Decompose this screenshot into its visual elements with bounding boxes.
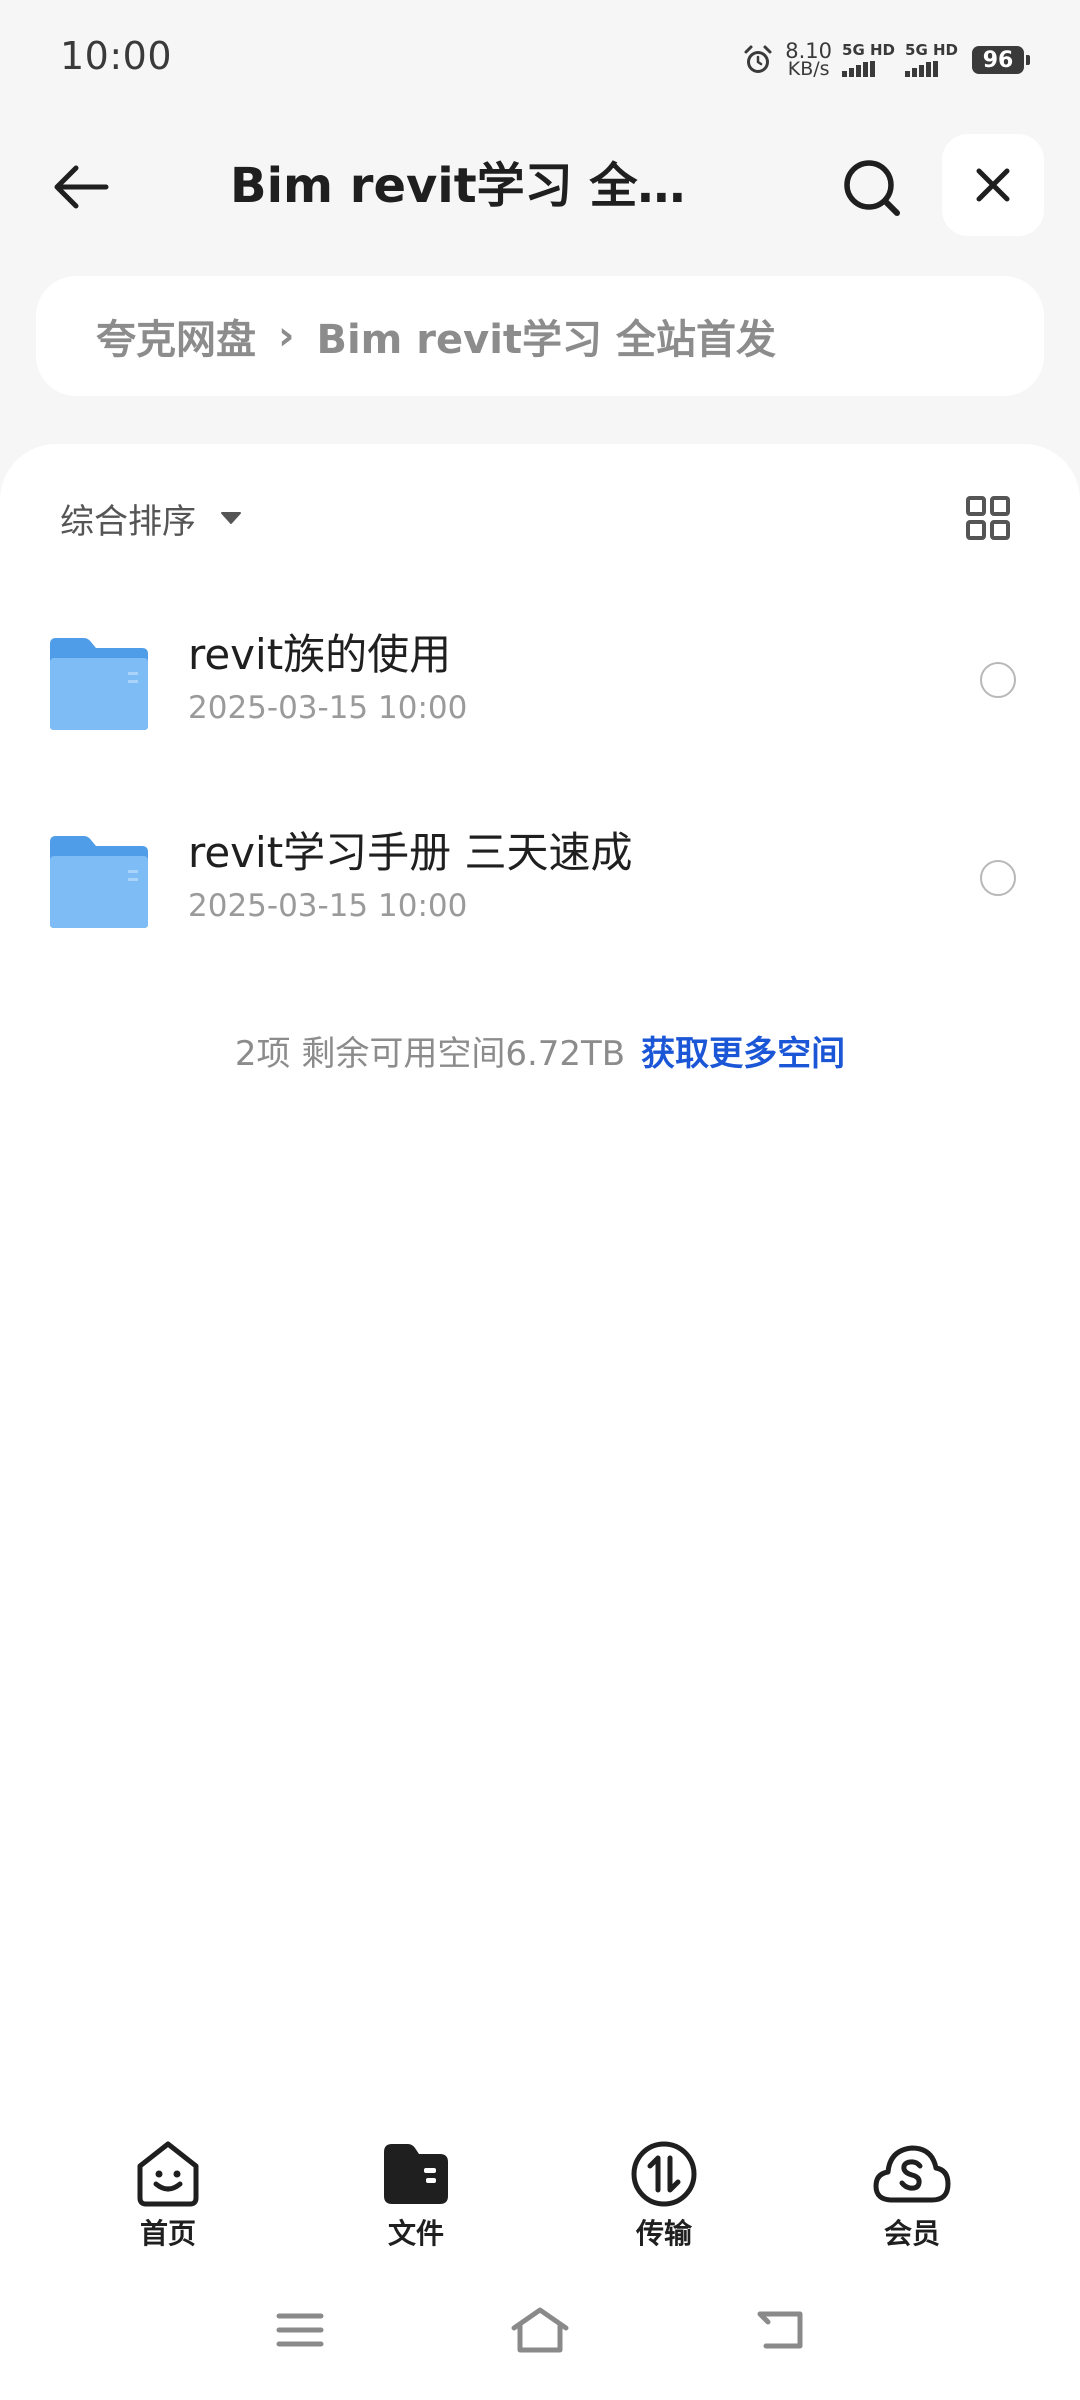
file-date: 2025-03-15 10:00 bbox=[188, 888, 468, 924]
file-name: revit族的使用 bbox=[188, 630, 452, 679]
breadcrumb: 夸克网盘 › Bim revit学习 全站首发 bbox=[36, 276, 1044, 396]
sim2-label: 5G HD bbox=[905, 41, 958, 59]
list-item[interactable]: revit学习手册 三天速成 2025-03-15 10:00 bbox=[0, 798, 1080, 996]
tab-label: 会员 bbox=[883, 2217, 940, 2250]
tab-member[interactable]: 会员 bbox=[832, 2140, 992, 2252]
system-nav-bar bbox=[0, 2260, 1080, 2400]
arrow-left-icon bbox=[54, 165, 109, 209]
network-speed-unit: KB/s bbox=[787, 58, 830, 80]
caret-down-icon bbox=[221, 512, 241, 524]
tab-label: 首页 bbox=[139, 2217, 196, 2250]
home-button[interactable] bbox=[505, 2300, 575, 2360]
return-icon bbox=[757, 2311, 803, 2349]
sort-dropdown[interactable]: 综合排序 bbox=[60, 488, 242, 548]
transfer-icon bbox=[631, 2141, 697, 2207]
sim1-signal: 5G HD bbox=[842, 43, 895, 77]
network-speed: 8.10 KB/s bbox=[785, 41, 832, 80]
menu-icon bbox=[276, 2313, 324, 2347]
signal-bars-icon bbox=[842, 61, 876, 77]
folder-icon bbox=[50, 638, 148, 730]
menu-button[interactable] bbox=[265, 2300, 335, 2360]
status-indicators: 8.10 KB/s 5G HD 5G HD 96 bbox=[741, 36, 1030, 84]
tab-transfer[interactable]: 传输 bbox=[584, 2140, 744, 2252]
smile-home-icon bbox=[137, 2141, 199, 2207]
status-time: 10:00 bbox=[60, 34, 173, 78]
list-item[interactable]: revit族的使用 2025-03-15 10:00 bbox=[0, 600, 1080, 798]
file-date: 2025-03-15 10:00 bbox=[188, 690, 468, 726]
back-button[interactable] bbox=[40, 150, 120, 224]
breadcrumb-current: Bim revit学习 全站首发 bbox=[316, 317, 776, 363]
home-icon bbox=[511, 2307, 569, 2353]
file-list: revit族的使用 2025-03-15 10:00 revit学习手册 三天速… bbox=[0, 600, 1080, 996]
select-checkbox[interactable] bbox=[980, 860, 1016, 896]
status-bar: 10:00 8.10 KB/s 5G HD 5G HD 96 bbox=[0, 0, 1080, 120]
grid-view-button[interactable] bbox=[958, 488, 1018, 548]
breadcrumb-root[interactable]: 夸克网盘 bbox=[96, 307, 256, 365]
breadcrumb-separator: › bbox=[278, 313, 295, 359]
storage-info: 2项 剩余可用空间6.72TB 获取更多空间 bbox=[0, 1026, 1080, 1075]
back-nav-button[interactable] bbox=[745, 2300, 815, 2360]
signal-bars-icon bbox=[905, 61, 939, 77]
close-icon bbox=[976, 168, 1010, 202]
sort-label: 综合排序 bbox=[60, 501, 196, 542]
search-icon bbox=[844, 160, 900, 216]
close-button[interactable] bbox=[942, 134, 1044, 236]
header: Bim revit学习 全… bbox=[0, 120, 1080, 254]
tab-home[interactable]: 首页 bbox=[88, 2140, 248, 2252]
sim2-signal: 5G HD bbox=[905, 43, 958, 77]
bottom-tab-bar: 首页 文件 传输 会员 bbox=[0, 2084, 1080, 2260]
battery-level: 96 bbox=[982, 47, 1014, 73]
file-name: revit学习手册 三天速成 bbox=[188, 828, 633, 877]
search-button[interactable] bbox=[832, 152, 912, 224]
tab-files[interactable]: 文件 bbox=[336, 2140, 496, 2252]
battery-indicator: 96 bbox=[972, 46, 1030, 74]
get-more-space-link[interactable]: 获取更多空间 bbox=[641, 1034, 845, 1074]
sim1-label: 5G HD bbox=[842, 41, 896, 59]
folder-files-icon bbox=[384, 2144, 448, 2204]
alarm-clock-icon bbox=[741, 43, 775, 77]
cloud-s-member-icon bbox=[873, 2145, 951, 2203]
grid-view-icon bbox=[966, 496, 1010, 540]
file-list-panel: 综合排序 revit族的使用 2025-03-15 10:00 revit学习手… bbox=[0, 444, 1080, 2084]
page-title: Bim revit学习 全… bbox=[230, 158, 686, 214]
storage-summary: 2项 剩余可用空间6.72TB bbox=[234, 1034, 626, 1074]
select-checkbox[interactable] bbox=[980, 662, 1016, 698]
tab-label: 文件 bbox=[387, 2217, 444, 2250]
tab-label: 传输 bbox=[635, 2217, 692, 2250]
folder-icon bbox=[50, 836, 148, 928]
